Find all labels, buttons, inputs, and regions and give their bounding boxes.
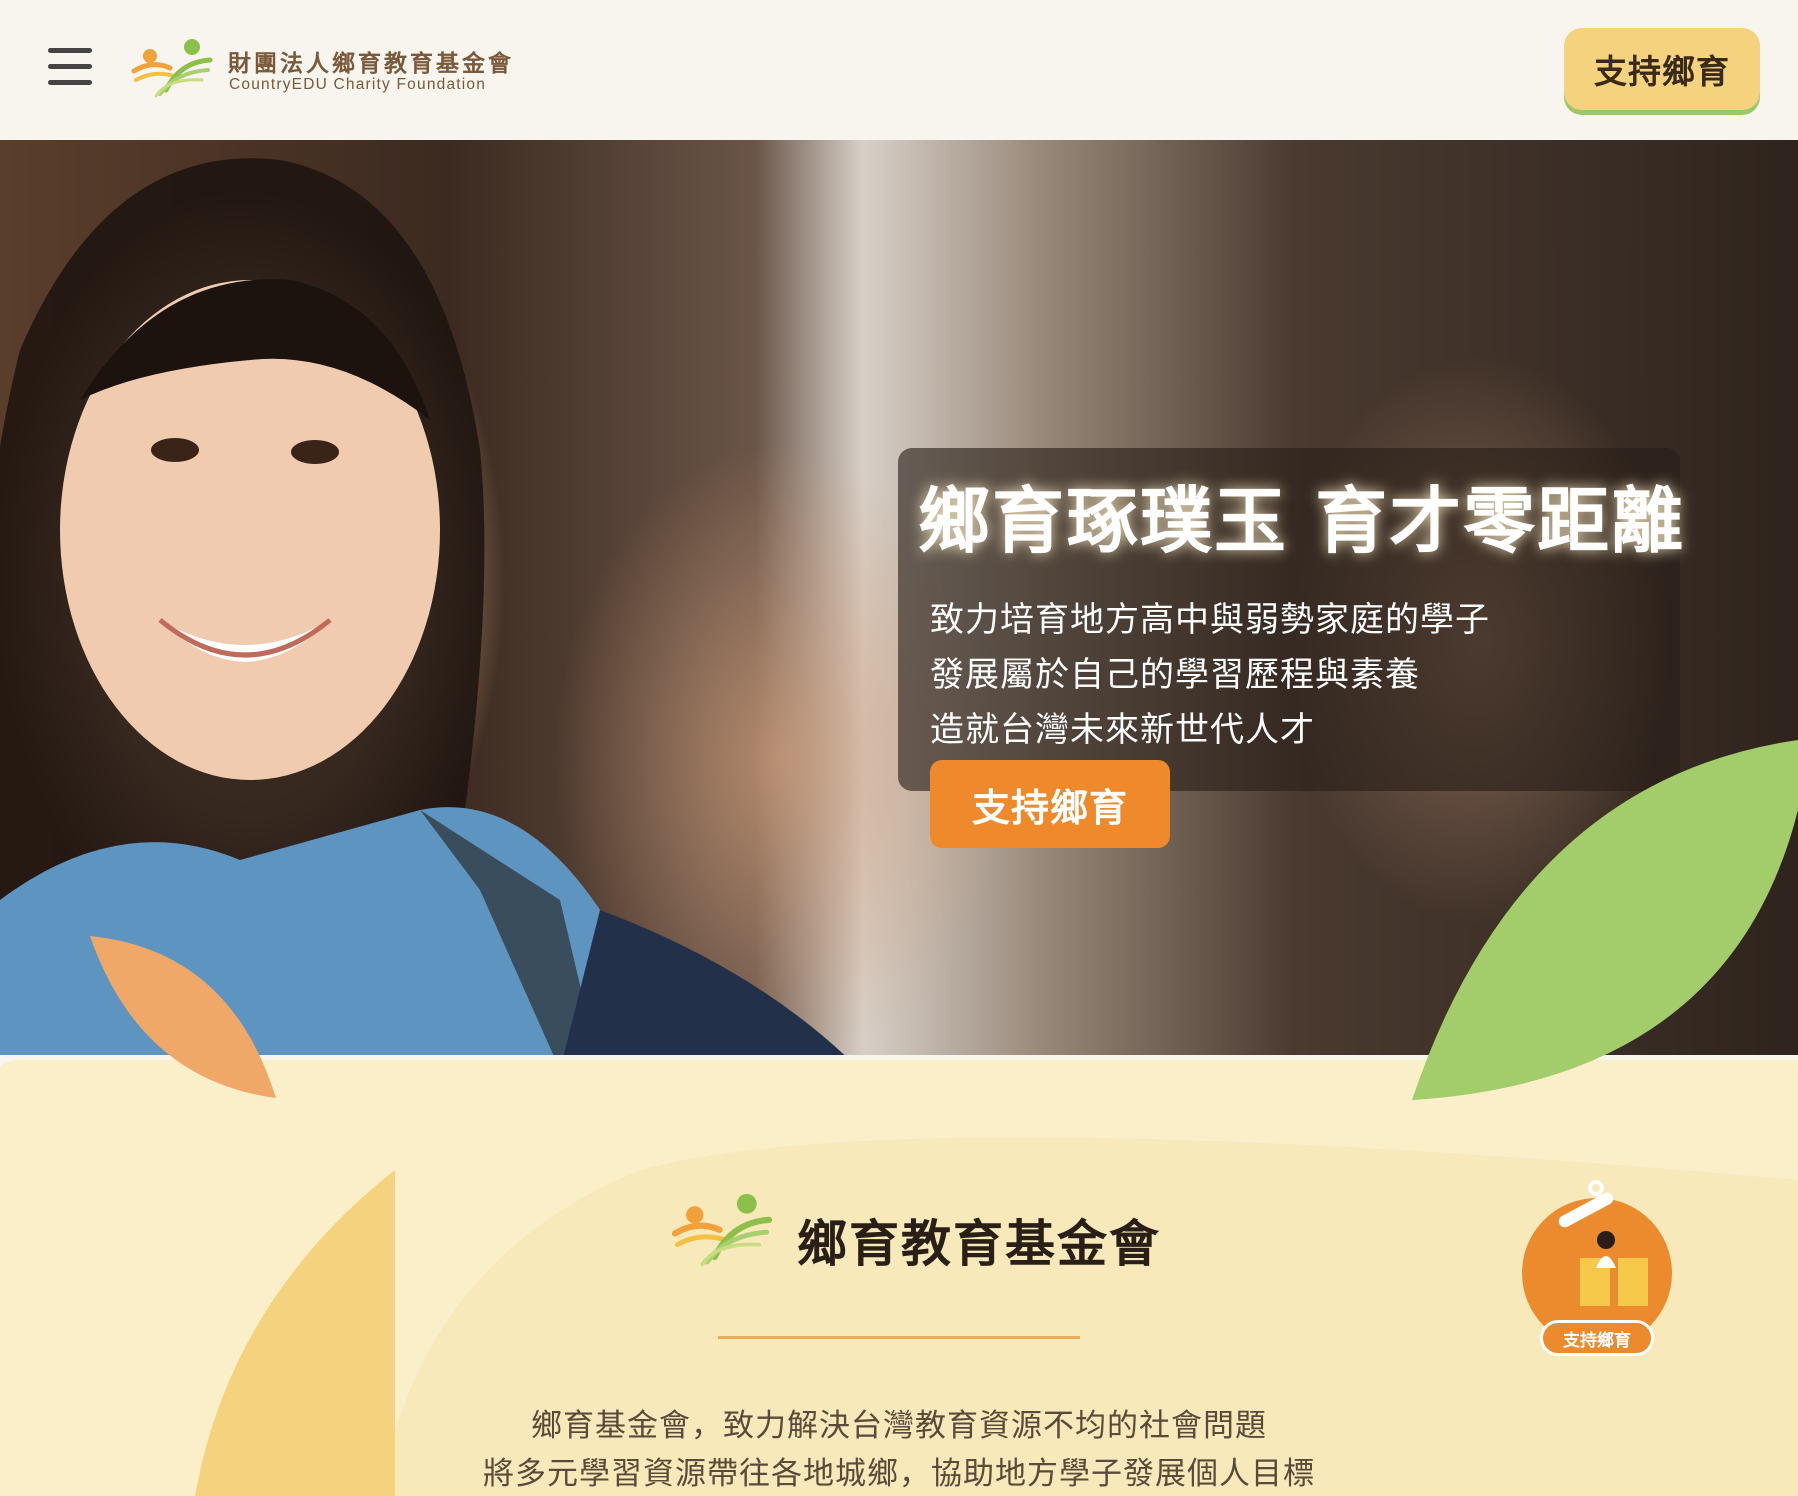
green-leaf-decoration — [1412, 740, 1798, 1100]
logo-english-name: CountryEDU Charity Foundation — [229, 76, 487, 93]
floating-support-label: 支持鄉育 — [1540, 1320, 1654, 1356]
hero-subtitle-line: 發展屬於自己的學習歷程與素養 — [930, 655, 1420, 695]
logo-chinese-name: 財團法人鄉育教育基金會 — [228, 50, 514, 77]
section-divider — [718, 1336, 1080, 1339]
hero-support-button[interactable]: 支持鄉育 — [930, 760, 1170, 848]
floating-support-button[interactable]: 支持鄉育 — [1518, 1178, 1676, 1358]
about-description-line: 鄉育基金會，致力解決台灣教育資源不均的社會問題 — [531, 1408, 1267, 1444]
hero-subtitle-line: 造就台灣未來新世代人才 — [930, 710, 1315, 750]
site-logo[interactable]: 財團法人鄉育教育基金會 CountryEDU Charity Foundatio… — [130, 38, 530, 100]
gift-box-icon — [1558, 1180, 1648, 1306]
about-logo-icon — [671, 1193, 773, 1267]
site-header: 財團法人鄉育教育基金會 CountryEDU Charity Foundatio… — [0, 0, 1798, 140]
support-button-header[interactable]: 支持鄉育 — [1564, 28, 1760, 110]
hamburger-menu-icon[interactable] — [48, 48, 92, 86]
about-description-line: 將多元學習資源帶往各地城鄉，協助地方學子發展個人目標 — [483, 1456, 1315, 1492]
hero-title: 鄉育琢璞玉 育才零距離 — [918, 479, 1686, 563]
orange-leaf-decoration — [90, 936, 276, 1098]
hero-subtitle-line: 致力培育地方高中與弱勢家庭的學子 — [930, 600, 1490, 640]
logo-mark-icon — [131, 39, 213, 98]
about-title: 鄉育教育基金會 — [797, 1215, 1161, 1273]
